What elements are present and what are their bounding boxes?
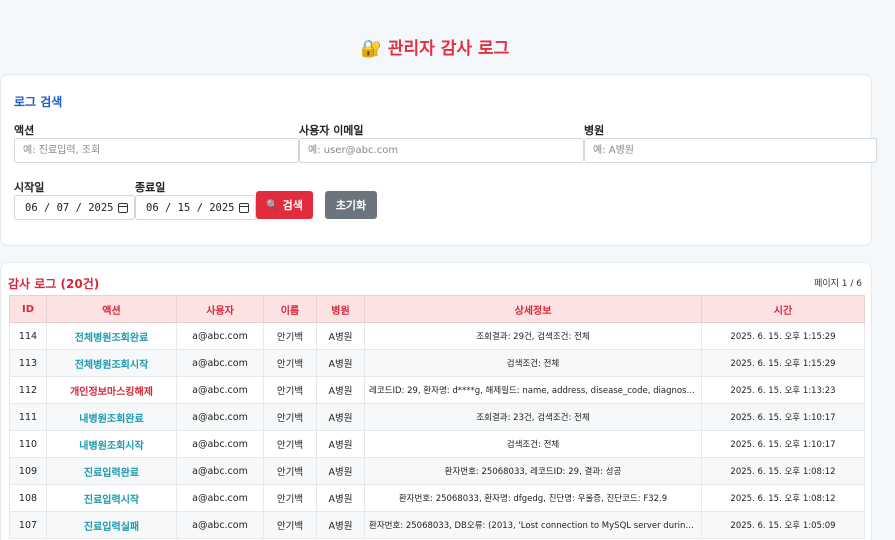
start-date-label: 시작일 bbox=[14, 181, 45, 194]
page-title: 🔐 관리자 감사 로그 bbox=[360, 39, 510, 59]
cell-id: 111 bbox=[9, 403, 47, 431]
hospital-input[interactable] bbox=[584, 138, 877, 163]
cell-action: 개인정보마스킹해제 bbox=[46, 376, 177, 404]
log-title: 감사 로그 (20건) bbox=[8, 277, 100, 291]
action-label: 액션 bbox=[14, 124, 35, 137]
table-row[interactable]: 109 진료입력완료 a@abc.com 안기백 A병원 환자번호: 25068033, … bbox=[9, 457, 865, 485]
cell-id: 108 bbox=[9, 484, 47, 512]
cell-id: 113 bbox=[9, 349, 47, 377]
cell-time: 2025. 6. 15. 오후 1:08:12 bbox=[701, 484, 865, 512]
cell-user: a@abc.com bbox=[176, 511, 264, 539]
cell-hospital: A병원 bbox=[316, 349, 365, 377]
table-row[interactable]: 110 내병원조회시작 a@abc.com 안기백 A병원 검색조건: 전체 2025. 6… bbox=[9, 430, 865, 458]
reset-button[interactable]: 초기화 bbox=[325, 191, 377, 219]
column-header-id[interactable]: ID bbox=[9, 295, 47, 323]
action-input[interactable] bbox=[14, 138, 299, 163]
table-row[interactable]: 107 진료입력실패 a@abc.com 안기백 A병원 환자번호: 25068033, … bbox=[9, 511, 865, 539]
cell-hospital: A병원 bbox=[316, 322, 365, 350]
search-icon: 🔍 bbox=[266, 199, 279, 211]
column-header-name[interactable]: 이름 bbox=[263, 295, 317, 323]
hospital-label: 병원 bbox=[584, 124, 605, 137]
column-header-action[interactable]: 액션 bbox=[46, 295, 177, 323]
cell-user: a@abc.com bbox=[176, 322, 264, 350]
table-row[interactable]: 111 내병원조회완료 a@abc.com 안기백 A병원 조회결과: 23건, 검색조건… bbox=[9, 403, 865, 431]
cell-action: 전체병원조회시작 bbox=[46, 349, 177, 377]
cell-time: 2025. 6. 15. 오후 1:15:29 bbox=[701, 322, 865, 350]
cell-user: a@abc.com bbox=[176, 349, 264, 377]
table-row[interactable]: 112 개인정보마스킹해제 a@abc.com 안기백 A병원 레코드ID: 29, 환자… bbox=[9, 376, 865, 404]
end-date-input[interactable]: 06 / 15 / 2025 bbox=[135, 195, 256, 220]
cell-detail: 환자번호: 25068033, 레코드ID: 29, 결과: 성공 bbox=[364, 457, 702, 485]
cell-name: 안기백 bbox=[263, 349, 317, 377]
cell-time: 2025. 6. 15. 오후 1:08:12 bbox=[701, 457, 865, 485]
cell-id: 114 bbox=[9, 322, 47, 350]
column-header-detail[interactable]: 상세정보 bbox=[364, 295, 702, 323]
calendar-icon[interactable] bbox=[118, 202, 128, 213]
cell-detail: 검색조건: 전체 bbox=[364, 349, 702, 377]
cell-time: 2025. 6. 15. 오후 1:15:29 bbox=[701, 349, 865, 377]
cell-name: 안기백 bbox=[263, 376, 317, 404]
cell-action: 진료입력완료 bbox=[46, 457, 177, 485]
page-indicator: 페이지 1 / 6 bbox=[814, 279, 862, 289]
cell-detail: 환자번호: 25068033, 환자명: dfgedg, 진단명: 우울증, 진… bbox=[364, 484, 702, 512]
cell-user: a@abc.com bbox=[176, 457, 264, 485]
cell-hospital: A병원 bbox=[316, 511, 365, 539]
cell-detail: 검색조건: 전체 bbox=[364, 430, 702, 458]
cell-detail: 조회결과: 29건, 검색조건: 전체 bbox=[364, 322, 702, 350]
cell-id: 112 bbox=[9, 376, 47, 404]
cell-id: 110 bbox=[9, 430, 47, 458]
column-header-time[interactable]: 시간 bbox=[701, 295, 865, 323]
lock-icon: 🔐 bbox=[360, 39, 382, 59]
column-header-hospital[interactable]: 병원 bbox=[316, 295, 365, 323]
end-date-label: 종료일 bbox=[135, 181, 166, 194]
cell-detail: 환자번호: 25068033, DB오류: (2013, 'Lost conne… bbox=[364, 511, 702, 539]
cell-detail: 레코드ID: 29, 환자명: d****g, 해제필드: name, addr… bbox=[364, 376, 702, 404]
cell-time: 2025. 6. 15. 오후 1:10:17 bbox=[701, 430, 865, 458]
cell-action: 전체병원조회완료 bbox=[46, 322, 177, 350]
table-row[interactable]: 113 전체병원조회시작 a@abc.com 안기백 A병원 검색조건: 전체 2025. … bbox=[9, 349, 865, 377]
cell-time: 2025. 6. 15. 오후 1:05:09 bbox=[701, 511, 865, 539]
cell-name: 안기백 bbox=[263, 322, 317, 350]
cell-action: 진료입력실패 bbox=[46, 511, 177, 539]
column-header-user[interactable]: 사용자 bbox=[176, 295, 264, 323]
log-panel: 감사 로그 (20건) 페이지 1 / 6 ID 액션 사용자 이름 병원 상세… bbox=[0, 262, 872, 540]
cell-action: 진료입력시작 bbox=[46, 484, 177, 512]
log-table: ID 액션 사용자 이름 병원 상세정보 시간 114 전체병원조회완료 a@abc… bbox=[9, 295, 865, 539]
cell-name: 안기백 bbox=[263, 430, 317, 458]
start-date-input[interactable]: 06 / 07 / 2025 bbox=[14, 195, 135, 220]
cell-detail: 조회결과: 23건, 검색조건: 전체 bbox=[364, 403, 702, 431]
cell-action: 내병원조회시작 bbox=[46, 430, 177, 458]
cell-time: 2025. 6. 15. 오후 1:10:17 bbox=[701, 403, 865, 431]
cell-name: 안기백 bbox=[263, 511, 317, 539]
cell-user: a@abc.com bbox=[176, 403, 264, 431]
cell-user: a@abc.com bbox=[176, 484, 264, 512]
cell-user: a@abc.com bbox=[176, 376, 264, 404]
email-label: 사용자 이메일 bbox=[299, 124, 364, 137]
search-panel: 로그 검색 액션 사용자 이메일 병원 시작일 06 / 07 / 2025 종… bbox=[0, 74, 877, 246]
cell-name: 안기백 bbox=[263, 403, 317, 431]
calendar-icon[interactable] bbox=[239, 202, 249, 213]
table-row[interactable]: 114 전체병원조회완료 a@abc.com 안기백 A병원 조회결과: 29건, 검색조… bbox=[9, 322, 865, 350]
cell-action: 내병원조회완료 bbox=[46, 403, 177, 431]
cell-name: 안기백 bbox=[263, 457, 317, 485]
cell-time: 2025. 6. 15. 오후 1:13:23 bbox=[701, 376, 865, 404]
cell-hospital: A병원 bbox=[316, 457, 365, 485]
cell-hospital: A병원 bbox=[316, 430, 365, 458]
cell-user: a@abc.com bbox=[176, 430, 264, 458]
cell-name: 안기백 bbox=[263, 484, 317, 512]
cell-hospital: A병원 bbox=[316, 403, 365, 431]
search-section-title: 로그 검색 bbox=[14, 95, 63, 109]
cell-hospital: A병원 bbox=[316, 484, 365, 512]
email-input[interactable] bbox=[299, 138, 584, 163]
cell-id: 109 bbox=[9, 457, 47, 485]
table-header-row: ID 액션 사용자 이름 병원 상세정보 시간 bbox=[9, 295, 865, 323]
cell-hospital: A병원 bbox=[316, 376, 365, 404]
search-button[interactable]: 🔍 검색 bbox=[256, 191, 313, 219]
table-row[interactable]: 108 진료입력시작 a@abc.com 안기백 A병원 환자번호: 25068033, … bbox=[9, 484, 865, 512]
cell-id: 107 bbox=[9, 511, 47, 539]
